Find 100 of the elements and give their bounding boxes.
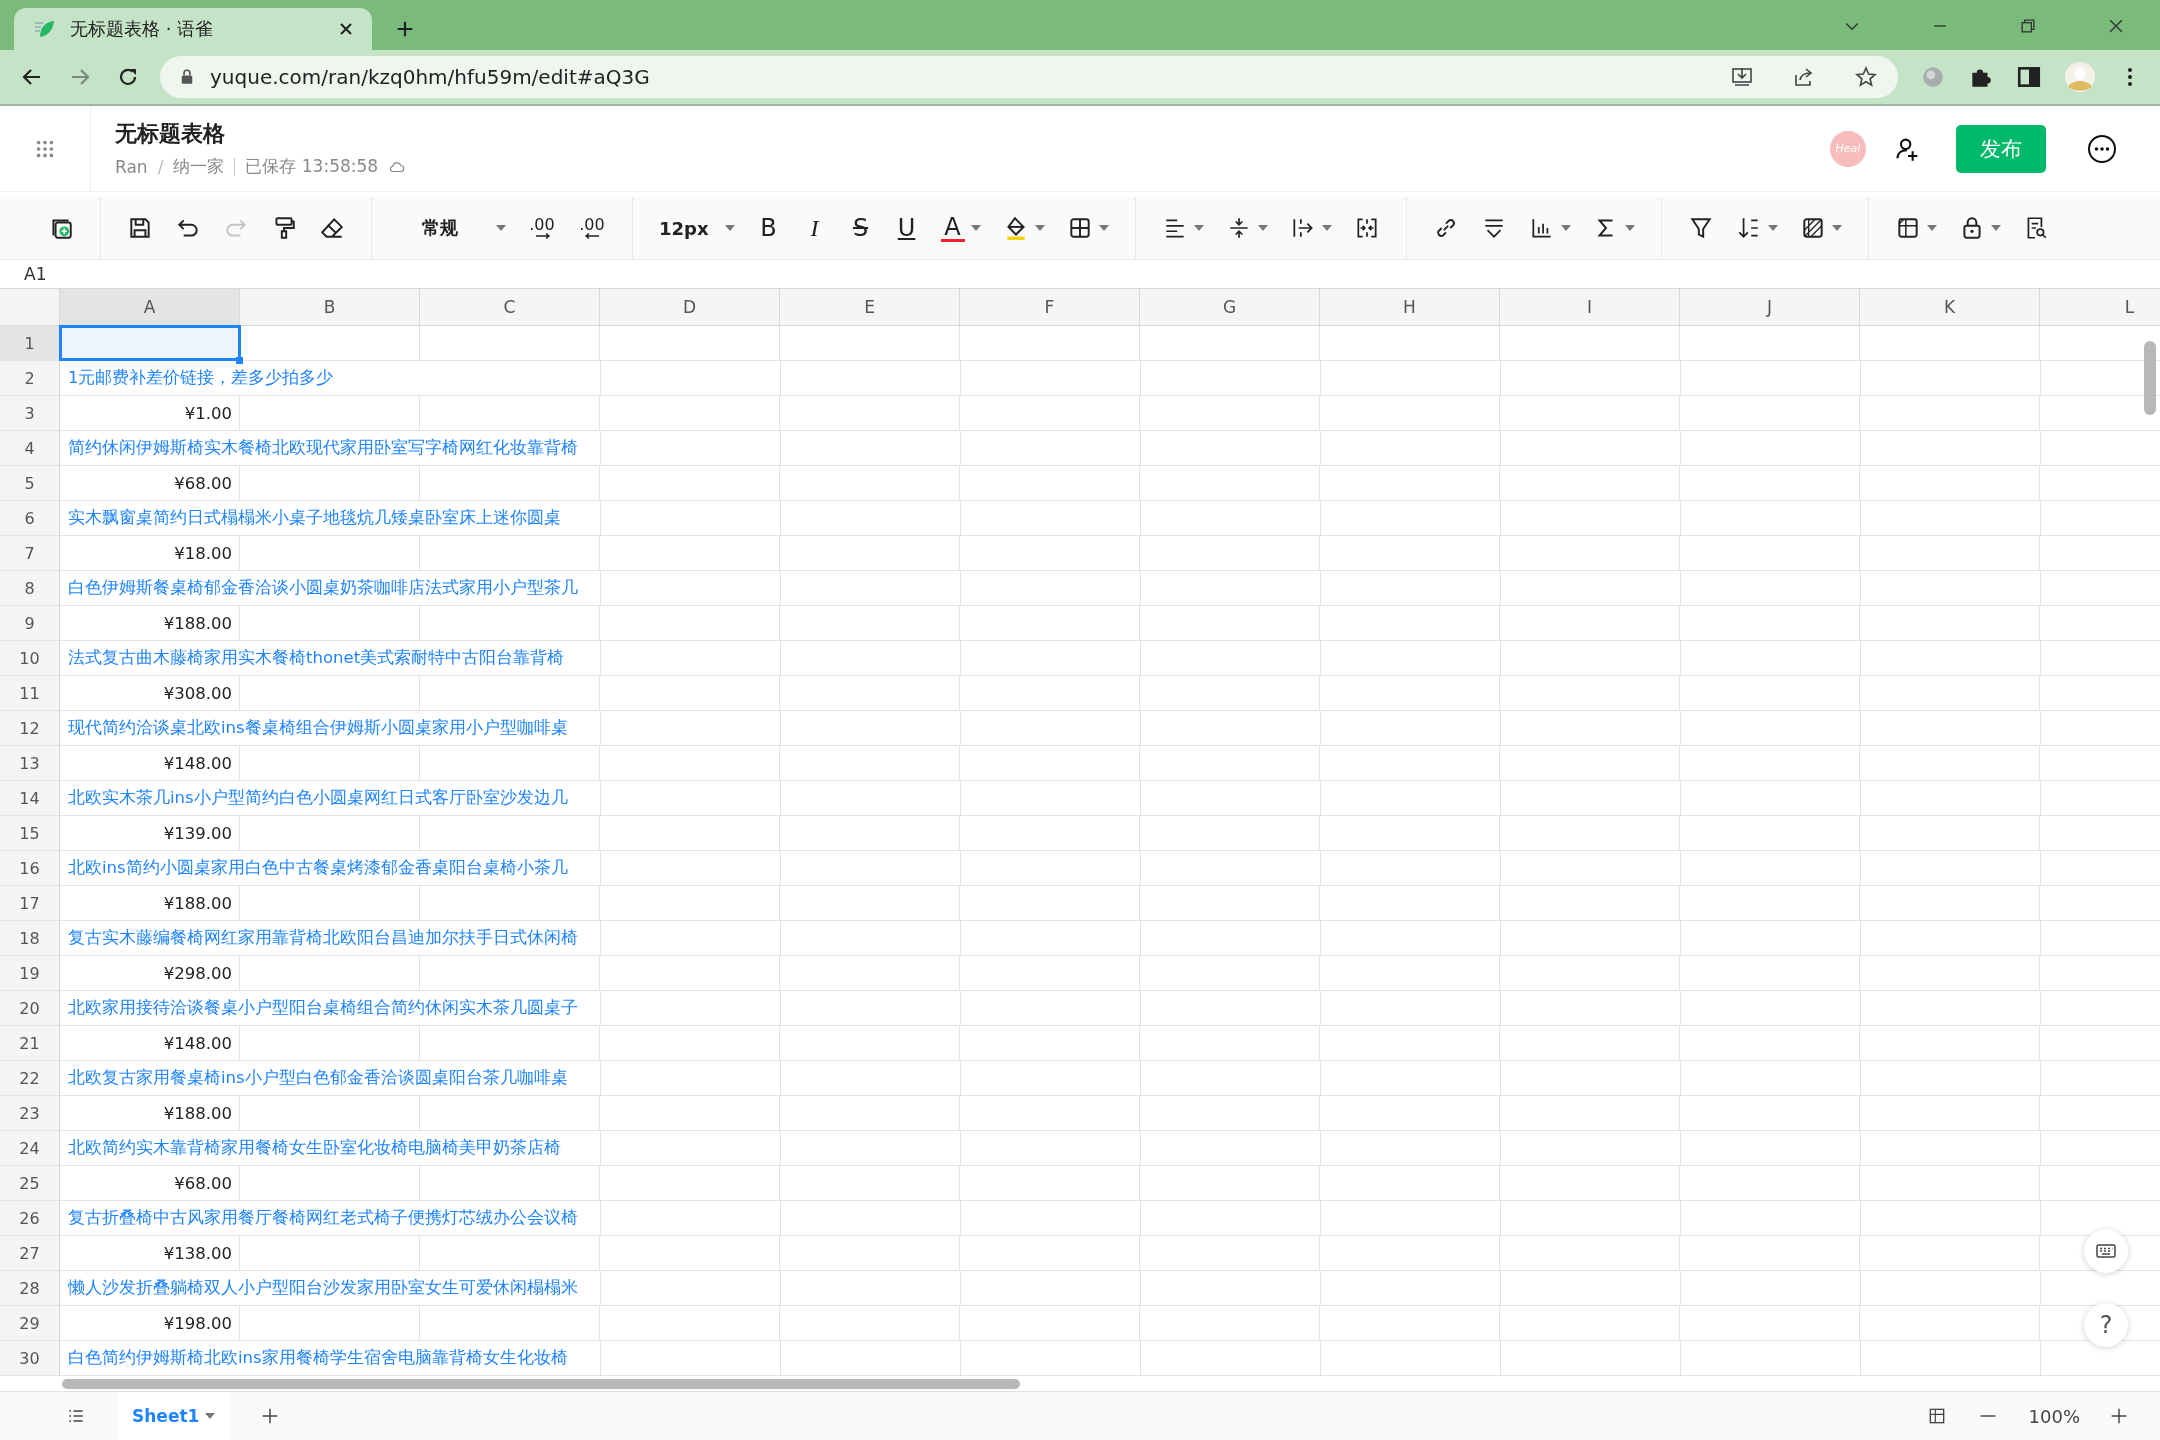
- font-color-button[interactable]: A: [940, 214, 965, 242]
- underline-button[interactable]: U: [894, 214, 919, 242]
- caret-icon[interactable]: [1926, 225, 1937, 231]
- help-button[interactable]: ?: [2084, 1303, 2128, 1347]
- browser-tab[interactable]: 无标题表格 · 语雀: [14, 8, 372, 50]
- column-header[interactable]: K: [1860, 289, 2040, 325]
- breadcrumb-separator: /: [157, 156, 164, 177]
- table-cell: 白色简约伊姆斯椅北欧ins家用餐椅学生宿舍电脑靠背椅女生化妆椅: [60, 1341, 601, 1375]
- breadcrumb-link[interactable]: 纳一家: [173, 155, 225, 178]
- row-header[interactable]: 24: [0, 1131, 60, 1165]
- horizontal-scrollbar[interactable]: [62, 1379, 1020, 1389]
- row-header[interactable]: 14: [0, 781, 60, 815]
- row-header[interactable]: 18: [0, 921, 60, 955]
- row-header[interactable]: 3: [0, 396, 60, 430]
- save-icon[interactable]: [127, 215, 153, 241]
- row-header[interactable]: 27: [0, 1236, 60, 1270]
- font-size-dropdown[interactable]: 12px: [659, 217, 735, 239]
- column-header[interactable]: E: [780, 289, 960, 325]
- column-header[interactable]: L: [2040, 289, 2160, 325]
- side-panel-icon[interactable]: [2016, 64, 2042, 90]
- italic-button[interactable]: I: [802, 214, 827, 242]
- address-bar[interactable]: yuque.com/ran/kzq0hm/hfu59m/edit#aQ3G: [160, 56, 1898, 98]
- number-format-dropdown[interactable]: 常规: [422, 216, 506, 240]
- table-cell: 复古实木藤编餐椅网红家用靠背椅北欧阳台昌迪加尔扶手日式休闲椅: [60, 921, 601, 955]
- caret-icon: [205, 1413, 216, 1419]
- row-header[interactable]: 8: [0, 571, 60, 605]
- row-header[interactable]: 19: [0, 956, 60, 990]
- vertical-scrollbar[interactable]: [2144, 341, 2156, 415]
- row-header[interactable]: 21: [0, 1026, 60, 1060]
- row-header[interactable]: 4: [0, 431, 60, 465]
- document-title: 无标题表格: [115, 120, 226, 148]
- column-header[interactable]: G: [1140, 289, 1320, 325]
- column-header[interactable]: J: [1680, 289, 1860, 325]
- table-cell: ¥68.00: [60, 1166, 240, 1200]
- table-cell: ¥188.00: [60, 886, 240, 920]
- column-header[interactable]: F: [960, 289, 1140, 325]
- table-cell: ¥188.00: [60, 606, 240, 640]
- row-header[interactable]: 17: [0, 886, 60, 920]
- column-header[interactable]: I: [1500, 289, 1680, 325]
- keyboard-button[interactable]: [2084, 1229, 2128, 1273]
- decrease-decimal-button[interactable]: .00: [578, 217, 606, 239]
- table-cell: 实木飘窗桌简约日式榻榻米小桌子地毯炕几矮桌卧室床上迷你圆桌: [60, 501, 601, 535]
- table-cell: ¥188.00: [60, 1096, 240, 1130]
- row-header[interactable]: 13: [0, 746, 60, 780]
- caret-icon: [496, 225, 506, 231]
- caret-icon[interactable]: [970, 225, 981, 231]
- column-header[interactable]: D: [600, 289, 780, 325]
- column-header[interactable]: H: [1320, 289, 1500, 325]
- row-header[interactable]: 22: [0, 1061, 60, 1095]
- cell-reference: A1: [24, 264, 47, 284]
- table-cell: ¥1.00: [60, 396, 240, 430]
- caret-icon[interactable]: [1321, 225, 1332, 231]
- table-cell: 北欧简约实木靠背椅家用餐椅女生卧室化妆椅电脑椅美甲奶茶店椅: [60, 1131, 601, 1165]
- row-header[interactable]: 9: [0, 606, 60, 640]
- row-header[interactable]: 6: [0, 501, 60, 535]
- row-header[interactable]: 25: [0, 1166, 60, 1200]
- zoom-level: 100%: [2028, 1405, 2080, 1427]
- table-cell: 简约休闲伊姆斯椅实木餐椅北欧现代家用卧室写字椅网红化妆靠背椅: [60, 431, 601, 465]
- caret-icon[interactable]: [1767, 225, 1778, 231]
- row-header[interactable]: 30: [0, 1341, 60, 1375]
- save-status: 已保存 13:58:58: [245, 155, 379, 178]
- row-header[interactable]: 28: [0, 1271, 60, 1305]
- eraser-icon[interactable]: [319, 215, 345, 241]
- row-header[interactable]: 16: [0, 851, 60, 885]
- column-header[interactable]: C: [420, 289, 600, 325]
- install-icon[interactable]: [1730, 65, 1754, 89]
- row-header[interactable]: 20: [0, 991, 60, 1025]
- table-cell: ¥68.00: [60, 466, 240, 500]
- caret-icon[interactable]: [1624, 225, 1635, 231]
- row-header[interactable]: 23: [0, 1096, 60, 1130]
- star-icon[interactable]: [1854, 65, 1878, 89]
- caret-icon[interactable]: [1098, 225, 1109, 231]
- row-header[interactable]: 10: [0, 641, 60, 675]
- row-header[interactable]: 11: [0, 676, 60, 710]
- row-header[interactable]: 15: [0, 816, 60, 850]
- column-header[interactable]: A: [60, 289, 240, 325]
- row-header[interactable]: 26: [0, 1201, 60, 1235]
- bold-button[interactable]: B: [756, 214, 781, 242]
- strikethrough-button[interactable]: S: [848, 214, 873, 242]
- increase-decimal-button[interactable]: .00: [528, 217, 556, 239]
- row-header[interactable]: 1: [0, 326, 60, 360]
- caret-icon[interactable]: [1034, 225, 1045, 231]
- row-header[interactable]: 7: [0, 536, 60, 570]
- caret-icon[interactable]: [1990, 225, 2001, 231]
- url-text: yuque.com/ran/kzq0hm/hfu59m/edit#aQ3G: [210, 65, 650, 89]
- caret-icon[interactable]: [1560, 225, 1571, 231]
- sheet-tab[interactable]: Sheet1: [118, 1392, 230, 1440]
- table-cell: ¥139.00: [60, 816, 240, 850]
- caret-icon[interactable]: [1193, 225, 1204, 231]
- row-header[interactable]: 12: [0, 711, 60, 745]
- table-cell: 北欧家用接待洽谈餐桌小户型阳台桌椅组合简约休闲实木茶几圆桌子: [60, 991, 601, 1025]
- caret-icon: [724, 225, 735, 231]
- row-header[interactable]: 2: [0, 361, 60, 395]
- column-header[interactable]: B: [240, 289, 420, 325]
- caret-icon[interactable]: [1831, 225, 1842, 231]
- row-header[interactable]: 5: [0, 466, 60, 500]
- more-icon[interactable]: [2086, 132, 2118, 165]
- table-cell: ¥18.00: [60, 536, 240, 570]
- row-header[interactable]: 29: [0, 1306, 60, 1340]
- caret-icon[interactable]: [1257, 225, 1268, 231]
